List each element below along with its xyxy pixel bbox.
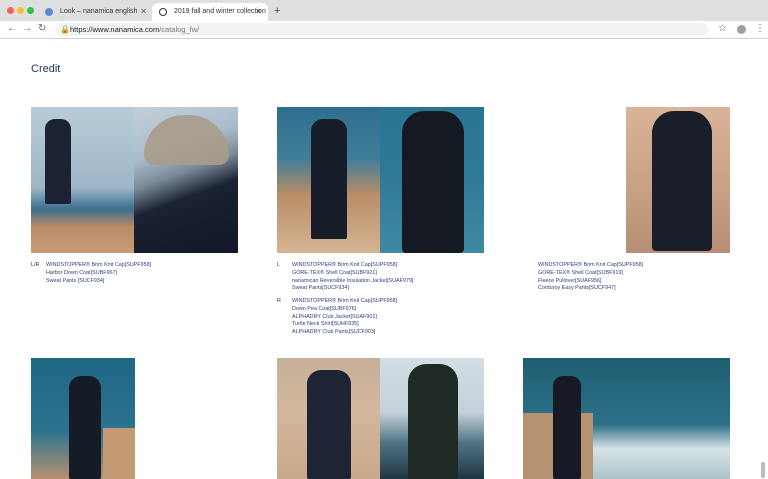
address-bar[interactable]: 🔒 https://www.nanamica.com/catalog_fw/	[56, 23, 708, 36]
look-photo[interactable]	[380, 358, 484, 479]
item-link[interactable]: WINDSTOPPER® Brim Knit Cap[SUPF958]	[538, 262, 643, 270]
url-host: https://www.nanamica.com	[70, 25, 160, 34]
item-link[interactable]: GORE-TEX® Shell Coat[SUBF919]	[538, 270, 643, 278]
look-photo[interactable]	[277, 107, 380, 253]
look-photo[interactable]	[31, 107, 134, 253]
tab-bar: Look – nanamica english ✕ 2019 fall and …	[0, 0, 768, 22]
browser-chrome: Look – nanamica english ✕ 2019 fall and …	[0, 0, 768, 39]
model-figure	[45, 119, 71, 204]
tab-title: 2019 fall and winter collection	[174, 8, 266, 15]
menu-icon[interactable]: ⋮	[755, 23, 765, 34]
look-position-label: L/R	[31, 262, 40, 268]
minimize-window-button[interactable]	[17, 7, 24, 14]
close-tab-icon[interactable]: ✕	[140, 7, 147, 16]
globe-icon	[45, 8, 53, 16]
back-icon[interactable]: ←	[7, 23, 17, 34]
page-title: Credit	[31, 63, 61, 75]
url-text: https://www.nanamica.com/catalog_fw/	[70, 25, 199, 34]
item-link[interactable]: ALPHADRY Club Pants[SUCF903]	[292, 329, 397, 337]
lock-icon: 🔒	[60, 25, 70, 34]
look-photo[interactable]	[277, 358, 380, 479]
site-favicon-icon	[159, 8, 167, 16]
credit-caption: L WINDSTOPPER® Brim Knit Cap[SUPF958] GO…	[277, 262, 413, 293]
toolbar: ← → ↻ 🔒 https://www.nanamica.com/catalog…	[0, 21, 768, 39]
profile-avatar[interactable]	[737, 25, 746, 34]
rock	[103, 428, 135, 479]
item-link[interactable]: ALPHADRY Club Jacket[SUAF901]	[292, 314, 397, 322]
fur-hood	[144, 115, 229, 165]
item-link[interactable]: nanamican Reversible Insulation Jacket[S…	[292, 278, 413, 286]
model-figure	[408, 364, 458, 479]
new-tab-button[interactable]: +	[274, 5, 280, 17]
item-link[interactable]: Fleece Pullover[SUAF956]	[538, 278, 643, 286]
tab-title: Look – nanamica english	[60, 8, 138, 15]
maximize-window-button[interactable]	[27, 7, 34, 14]
bookmark-star-icon[interactable]: ☆	[718, 23, 727, 34]
reload-icon[interactable]: ↻	[38, 23, 46, 34]
forward-icon[interactable]: →	[22, 23, 32, 34]
item-link[interactable]: WINDSTOPPER® Brim Knit Cap[SUPF958]	[292, 262, 413, 270]
look-photo[interactable]	[31, 358, 135, 479]
tab-collection[interactable]: 2019 fall and winter collection ✕	[152, 3, 268, 22]
item-link[interactable]: Harbor Down Coat[SUBF967]	[46, 270, 151, 278]
item-link[interactable]: Corduroy Easy Pants[SUCF947]	[538, 285, 643, 293]
item-link[interactable]: WINDSTOPPER® Brim Knit Cap[SUPF958]	[46, 262, 151, 270]
model-figure	[307, 370, 351, 479]
item-link[interactable]: Down Pea Coat[SUBF976]	[292, 306, 397, 314]
credit-caption: WINDSTOPPER® Brim Knit Cap[SUPF958] GORE…	[538, 262, 643, 293]
url-path: /catalog_fw/	[159, 25, 200, 34]
item-link[interactable]: Turtle Neck Shirt[SUHF935]	[292, 321, 397, 329]
look-position-label: L	[277, 262, 280, 268]
item-link[interactable]: Sweat Pants[SUCF934]	[292, 285, 413, 293]
credit-caption: L/R WINDSTOPPER® Brim Knit Cap[SUPF958] …	[31, 262, 151, 286]
item-link[interactable]: GORE-TEX® Shell Coat[SUBF921]	[292, 270, 413, 278]
scrollbar-thumb[interactable]	[761, 462, 765, 478]
model-figure	[553, 376, 581, 479]
item-link[interactable]: WINDSTOPPER® Brim Knit Cap[SUPF958]	[292, 298, 397, 306]
model-figure	[311, 119, 347, 239]
page-content: Credit L/R WINDSTOPPER® Brim Knit Cap[SU…	[0, 39, 768, 479]
credit-caption: R WINDSTOPPER® Brim Knit Cap[SUPF958] Do…	[277, 298, 397, 337]
model-figure	[402, 111, 464, 253]
look-photo[interactable]	[380, 107, 484, 253]
close-tab-icon[interactable]: ✕	[255, 7, 262, 16]
look-photo[interactable]	[626, 107, 730, 253]
tab-look[interactable]: Look – nanamica english ✕	[38, 3, 153, 22]
look-photo[interactable]	[134, 107, 238, 253]
look-photo[interactable]	[523, 358, 730, 479]
model-figure	[69, 376, 101, 479]
model-figure	[652, 111, 712, 251]
look-position-label: R	[277, 298, 281, 304]
close-window-button[interactable]	[7, 7, 14, 14]
item-link[interactable]: Sweat Pants [SUCF934]	[46, 278, 151, 286]
